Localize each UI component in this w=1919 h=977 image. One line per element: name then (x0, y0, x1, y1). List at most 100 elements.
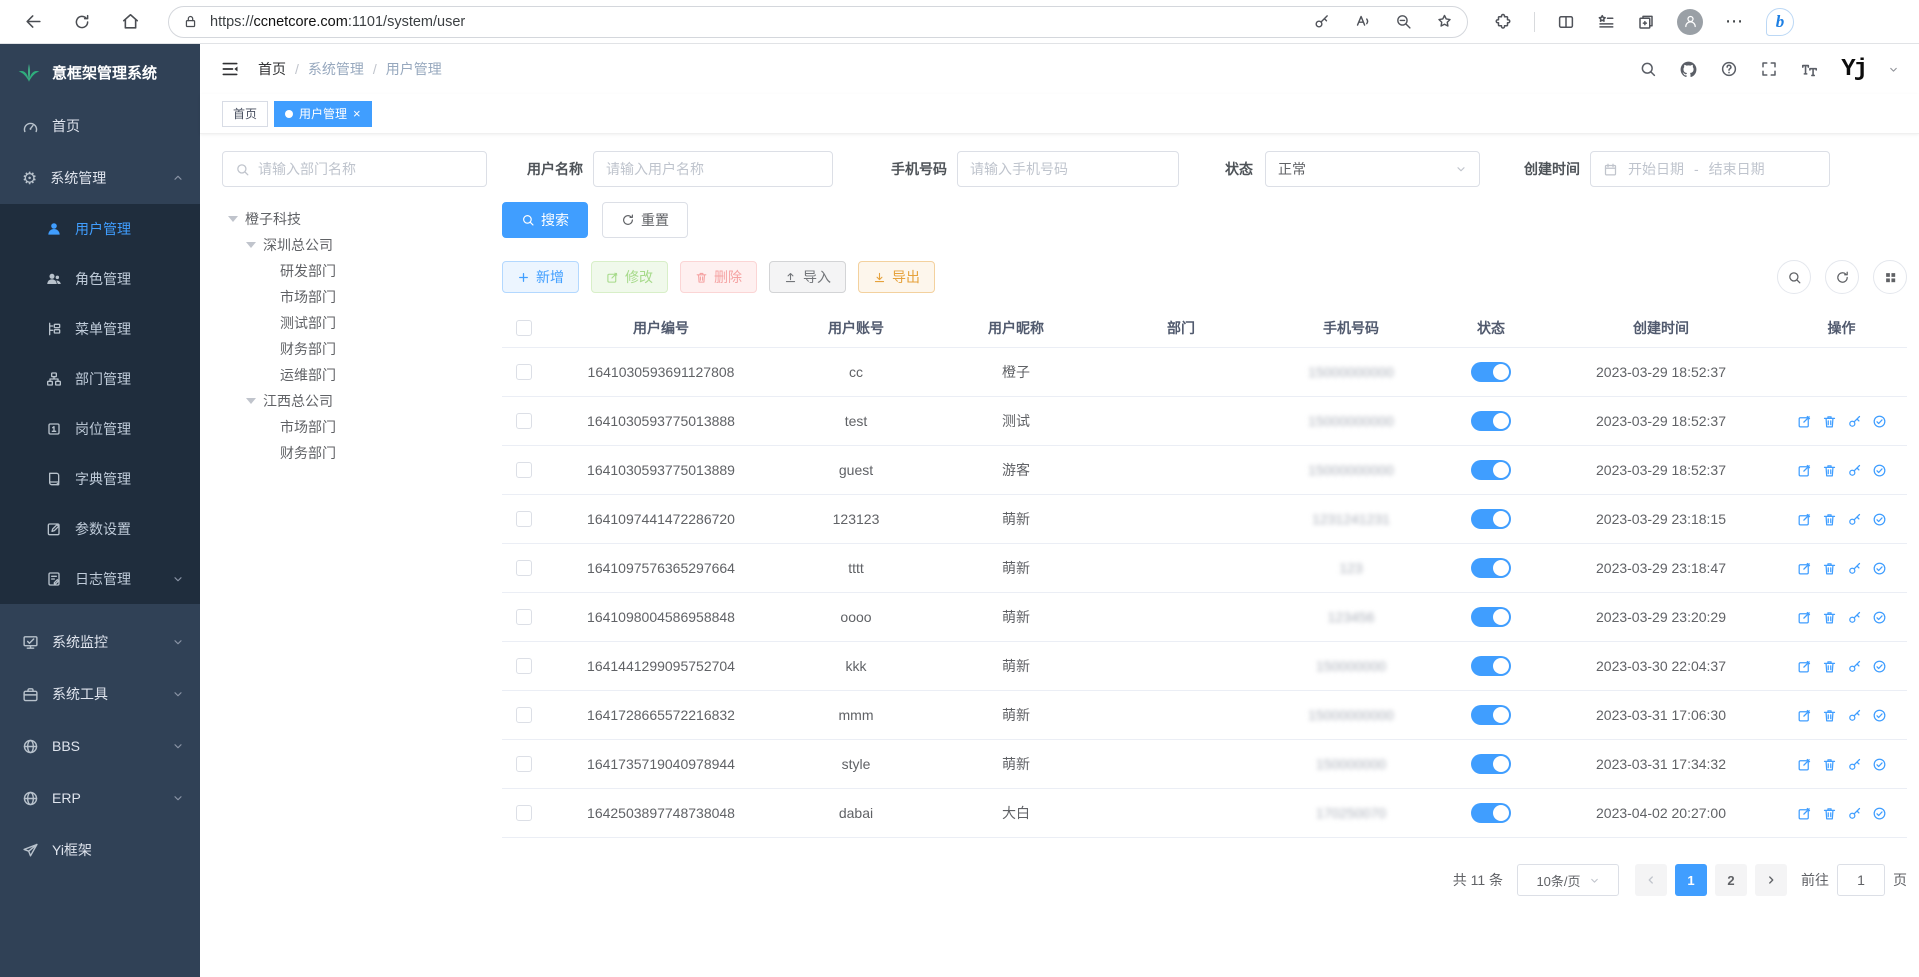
row-checkbox[interactable] (516, 609, 532, 625)
assign-role-icon[interactable] (1872, 708, 1887, 723)
browser-back-icon[interactable] (24, 12, 43, 31)
assign-role-icon[interactable] (1872, 463, 1887, 478)
sidebar-item-departments[interactable]: 部门管理 (0, 354, 200, 404)
status-toggle[interactable] (1471, 803, 1511, 823)
delete-icon[interactable] (1822, 414, 1837, 429)
status-select[interactable]: 正常 (1265, 151, 1480, 187)
url-text[interactable]: https://ccnetcore.com:1101/system/user (210, 14, 465, 30)
sidebar-item-roles[interactable]: 角色管理 (0, 254, 200, 304)
edit-icon[interactable] (1797, 463, 1812, 478)
status-toggle[interactable] (1471, 705, 1511, 725)
row-checkbox[interactable] (516, 805, 532, 821)
delete-icon[interactable] (1822, 757, 1837, 772)
status-toggle[interactable] (1471, 509, 1511, 529)
delete-icon[interactable] (1822, 806, 1837, 821)
delete-icon[interactable] (1822, 463, 1837, 478)
tag-user-management[interactable]: 用户管理 × (274, 101, 372, 127)
browser-menu-icon[interactable]: ⋯ (1725, 11, 1744, 32)
status-toggle[interactable] (1471, 558, 1511, 578)
reset-password-icon[interactable] (1847, 463, 1862, 478)
reset-button[interactable]: 重置 (602, 202, 688, 238)
status-toggle[interactable] (1471, 656, 1511, 676)
reset-password-icon[interactable] (1847, 561, 1862, 576)
sidebar-item-yi-framework[interactable]: Yi框架 (0, 824, 200, 876)
tree-caret-icon[interactable] (246, 242, 256, 248)
sidebar-item-bbs[interactable]: BBS (0, 720, 200, 772)
tree-node-dept[interactable]: 运维部门 (222, 362, 490, 388)
row-checkbox[interactable] (516, 658, 532, 674)
collections-icon[interactable] (1637, 13, 1655, 31)
phone-input[interactable] (970, 161, 1166, 177)
date-range-picker[interactable]: 开始日期 - 结束日期 (1590, 151, 1830, 187)
app-logo[interactable]: 意框架管理系统 (0, 44, 200, 100)
breadcrumb-user[interactable]: 用户管理 (386, 59, 442, 79)
tree-caret-icon[interactable] (228, 216, 238, 222)
status-toggle[interactable] (1471, 607, 1511, 627)
tree-node-dept[interactable]: 财务部门 (222, 440, 490, 466)
github-icon[interactable] (1679, 60, 1698, 79)
edit-button[interactable]: 修改 (591, 261, 668, 293)
assign-role-icon[interactable] (1872, 610, 1887, 625)
sidebar-item-home[interactable]: 首页 (0, 100, 200, 152)
help-icon[interactable] (1720, 60, 1738, 78)
password-key-icon[interactable] (1313, 13, 1330, 30)
avatar[interactable]: Yj (1841, 56, 1866, 83)
sidebar-item-posts[interactable]: 岗位管理 (0, 404, 200, 454)
edit-icon[interactable] (1797, 659, 1812, 674)
row-checkbox[interactable] (516, 511, 532, 527)
sidebar-item-tools[interactable]: 系统工具 (0, 668, 200, 720)
delete-icon[interactable] (1822, 708, 1837, 723)
favorites-bar-icon[interactable] (1597, 13, 1615, 31)
edit-icon[interactable] (1797, 757, 1812, 772)
row-checkbox[interactable] (516, 462, 532, 478)
zoom-out-icon[interactable] (1395, 13, 1412, 30)
assign-role-icon[interactable] (1872, 512, 1887, 527)
row-checkbox[interactable] (516, 707, 532, 723)
sidebar-item-users[interactable]: 用户管理 (0, 204, 200, 254)
username-input[interactable] (606, 161, 820, 177)
pagination-next-button[interactable] (1755, 864, 1787, 896)
reset-password-icon[interactable] (1847, 806, 1862, 821)
reset-password-icon[interactable] (1847, 414, 1862, 429)
tree-node-dept[interactable]: 研发部门 (222, 258, 490, 284)
sidebar-item-logs[interactable]: 日志管理 (0, 554, 200, 604)
reset-password-icon[interactable] (1847, 659, 1862, 674)
edit-icon[interactable] (1797, 414, 1812, 429)
edit-icon[interactable] (1797, 806, 1812, 821)
goto-page-input[interactable] (1837, 864, 1885, 896)
status-toggle[interactable] (1471, 460, 1511, 480)
export-button[interactable]: 导出 (858, 261, 935, 293)
delete-icon[interactable] (1822, 610, 1837, 625)
assign-role-icon[interactable] (1872, 757, 1887, 772)
header-search-icon[interactable] (1639, 60, 1657, 78)
search-button[interactable]: 搜索 (502, 202, 588, 238)
reset-password-icon[interactable] (1847, 610, 1862, 625)
sidebar-item-parameters[interactable]: 参数设置 (0, 504, 200, 554)
add-button[interactable]: 新增 (502, 261, 579, 293)
tree-node-shenzhen[interactable]: 深圳总公司 (222, 232, 490, 258)
font-size-icon[interactable] (1800, 60, 1819, 79)
import-button[interactable]: 导入 (769, 261, 846, 293)
sidebar-item-dictionary[interactable]: 字典管理 (0, 454, 200, 504)
sidebar-item-system[interactable]: ⚙ 系统管理 (0, 152, 200, 204)
edit-icon[interactable] (1797, 512, 1812, 527)
pagination-page-2[interactable]: 2 (1715, 864, 1747, 896)
assign-role-icon[interactable] (1872, 659, 1887, 674)
address-bar[interactable]: https://ccnetcore.com:1101/system/user (168, 6, 1468, 38)
reset-password-icon[interactable] (1847, 512, 1862, 527)
sidebar-collapse-icon[interactable] (220, 59, 240, 79)
fullscreen-icon[interactable] (1760, 60, 1778, 78)
show-search-button[interactable] (1777, 260, 1811, 294)
edit-icon[interactable] (1797, 610, 1812, 625)
browser-home-icon[interactable] (121, 12, 140, 31)
sidebar-item-menus[interactable]: 菜单管理 (0, 304, 200, 354)
refresh-table-button[interactable] (1825, 260, 1859, 294)
browser-essentials-icon[interactable] (1494, 13, 1512, 31)
reset-password-icon[interactable] (1847, 757, 1862, 772)
dept-search-input[interactable] (258, 161, 474, 177)
lock-icon[interactable] (183, 14, 198, 29)
row-checkbox[interactable] (516, 364, 532, 380)
assign-role-icon[interactable] (1872, 806, 1887, 821)
browser-profile-avatar[interactable] (1677, 9, 1703, 35)
breadcrumb-system[interactable]: 系统管理 (308, 59, 364, 79)
